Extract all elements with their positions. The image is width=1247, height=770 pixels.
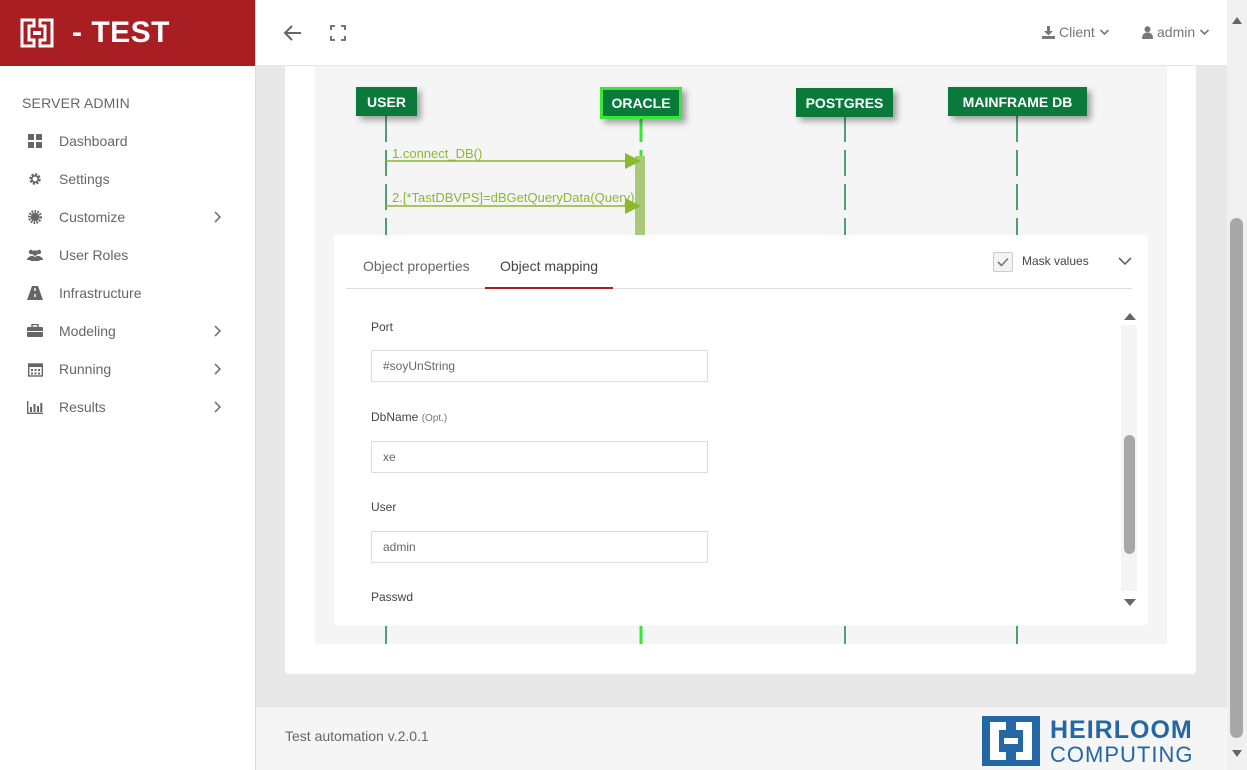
user-label-text: User — [371, 500, 397, 514]
tab-object-properties[interactable]: Object properties — [363, 258, 470, 274]
active-tab-indicator — [485, 287, 613, 289]
top-header: Client admin — [256, 0, 1227, 66]
download-icon — [1042, 25, 1055, 39]
bar-chart-icon — [27, 399, 43, 415]
sidebar: - TEST SERVER ADMIN Dashboard Settings C… — [0, 0, 256, 770]
brand-header[interactable]: - TEST — [0, 0, 255, 66]
client-menu-label: Client — [1059, 24, 1095, 40]
heirloom-logo: HEIRLOOM COMPUTING — [982, 715, 1202, 767]
tab-object-mapping[interactable]: Object mapping — [500, 258, 598, 274]
sidebar-item-label: User Roles — [59, 247, 129, 263]
sidebar-item-label: Running — [59, 361, 112, 377]
chevron-down-icon — [1099, 29, 1109, 36]
port-label: Port — [371, 320, 393, 334]
version-text: Test automation v.2.0.1 — [285, 728, 429, 744]
message-2-label[interactable]: 2.[*TastDBVPS]=dBGetQueryData(Query) — [392, 190, 634, 205]
user-menu-button[interactable]: admin — [1142, 24, 1210, 40]
properties-panel: Object properties Object mapping Mask va… — [334, 235, 1148, 625]
client-menu-button[interactable]: Client — [1042, 24, 1110, 40]
lifeline-user[interactable]: USER — [356, 87, 417, 116]
sidebar-item-label: Settings — [59, 171, 110, 187]
sidebar-item-modeling[interactable]: Modeling — [0, 312, 255, 350]
sidebar-item-label: Infrastructure — [59, 285, 142, 301]
logo-line1: HEIRLOOM — [1050, 716, 1193, 744]
briefcase-icon — [27, 323, 43, 339]
optional-tag: (Opt.) — [421, 413, 448, 424]
chevron-right-icon — [212, 400, 224, 414]
message-1-label[interactable]: 1.connect_DB() — [392, 146, 482, 161]
user-input[interactable] — [371, 531, 708, 563]
scroll-up-arrow-icon[interactable] — [1231, 12, 1243, 24]
back-arrow-icon[interactable] — [282, 22, 304, 44]
sidebar-item-settings[interactable]: Settings — [0, 160, 255, 198]
sidebar-item-infrastructure[interactable]: Infrastructure — [0, 274, 255, 312]
sidebar-nav: Dashboard Settings Customize User Roles … — [0, 122, 255, 426]
brand-logo-icon — [20, 18, 54, 48]
chevron-right-icon — [212, 324, 224, 338]
chevron-down-icon[interactable] — [1117, 254, 1133, 266]
heirloom-mark-icon — [982, 716, 1040, 766]
page-scrollbar-thumb[interactable] — [1230, 218, 1243, 738]
footer: Test automation v.2.0.1 HEIRLOOM COMPUTI… — [256, 706, 1227, 770]
sidebar-item-label: Results — [59, 399, 106, 415]
dashboard-icon — [27, 133, 43, 149]
calendar-icon — [27, 361, 43, 377]
mask-values-checkbox[interactable] — [993, 252, 1013, 272]
user-icon — [1142, 25, 1153, 39]
scroll-up-arrow-icon[interactable] — [1123, 308, 1137, 320]
brand-title: - TEST — [72, 16, 170, 49]
checkmark-icon — [997, 257, 1009, 267]
user-label: User — [371, 500, 396, 514]
mask-values-label: Mask values — [1022, 254, 1089, 268]
port-label-text: Port — [371, 320, 394, 334]
dbname-input[interactable] — [371, 441, 708, 473]
oracle-activation-bar — [635, 156, 645, 236]
chevron-right-icon — [212, 210, 224, 224]
road-icon — [27, 285, 43, 301]
sidebar-item-label: Customize — [59, 209, 126, 225]
sidebar-item-label: Modeling — [59, 323, 116, 339]
lifeline-postgres[interactable]: POSTGRES — [796, 88, 893, 117]
cog-icon — [27, 209, 43, 225]
chevron-right-icon — [212, 362, 224, 376]
properties-scrollbar-thumb[interactable] — [1124, 435, 1135, 554]
user-menu-label: admin — [1157, 24, 1196, 40]
sidebar-item-dashboard[interactable]: Dashboard — [0, 122, 255, 160]
sidebar-item-results[interactable]: Results — [0, 388, 255, 426]
passwd-label-text: Passwd — [371, 590, 414, 604]
app-window: - TEST SERVER ADMIN Dashboard Settings C… — [0, 0, 1247, 770]
sidebar-item-label: Dashboard — [59, 133, 128, 149]
fullscreen-icon[interactable] — [329, 24, 347, 42]
logo-line2: COMPUTING — [1050, 742, 1194, 767]
dbname-label: DbName (Opt.) — [371, 410, 447, 424]
scroll-down-arrow-icon[interactable] — [1123, 595, 1137, 606]
passwd-label: Passwd — [371, 590, 413, 604]
chevron-down-icon — [1200, 29, 1210, 36]
users-icon — [27, 247, 43, 263]
sidebar-item-customize[interactable]: Customize — [0, 198, 255, 236]
dbname-label-text: DbName — [371, 410, 419, 424]
sidebar-item-user-roles[interactable]: User Roles — [0, 236, 255, 274]
tabs-divider — [346, 288, 1132, 289]
scroll-down-arrow-icon[interactable] — [1231, 746, 1243, 757]
port-input[interactable] — [371, 350, 708, 382]
sidebar-item-running[interactable]: Running — [0, 350, 255, 388]
gear-icon — [27, 171, 43, 187]
lifeline-mainframe-db[interactable]: MAINFRAME DB — [948, 87, 1087, 116]
lifeline-oracle[interactable]: ORACLE — [600, 87, 682, 119]
page-scrollbar — [1227, 0, 1247, 770]
sidebar-section-title: SERVER ADMIN — [22, 95, 130, 111]
